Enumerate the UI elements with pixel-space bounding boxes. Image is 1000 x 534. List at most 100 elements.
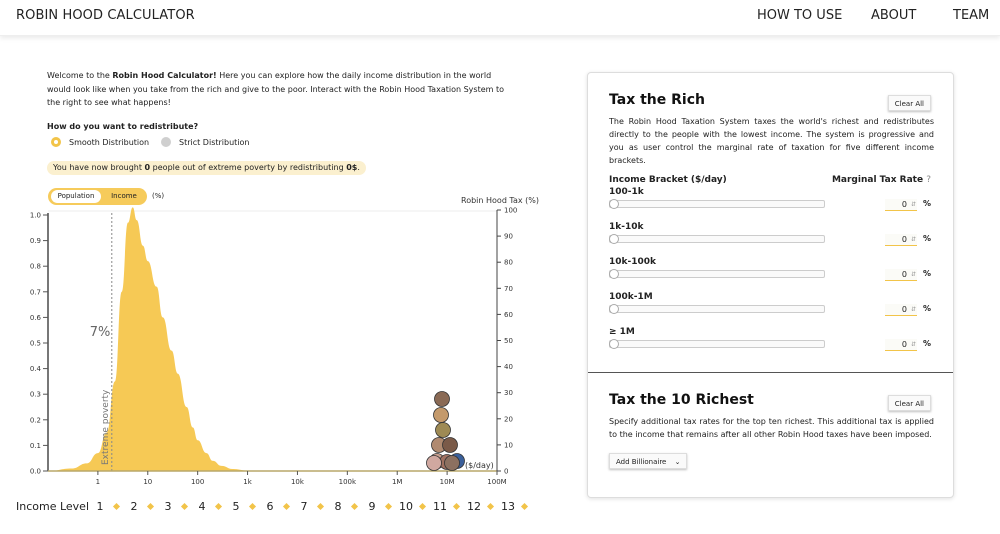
x-tick-label: 100M bbox=[487, 478, 506, 486]
income-level-item[interactable]: 13 bbox=[501, 500, 535, 513]
bracket-slider[interactable] bbox=[609, 304, 825, 314]
radio-strict-distribution[interactable]: Strict Distribution bbox=[161, 137, 249, 147]
tax-panel: Tax the Rich Clear All The Robin Hood Ta… bbox=[587, 72, 954, 498]
income-level-number: 8 bbox=[334, 500, 342, 513]
billionaire-avatar bbox=[434, 391, 450, 407]
slider-thumb[interactable] bbox=[609, 339, 619, 349]
bracket-label: ≥ 1M bbox=[609, 327, 635, 337]
right-tick-label: 30 bbox=[504, 389, 513, 397]
right-axis-title: Robin Hood Tax (%) bbox=[461, 196, 540, 205]
nav-about[interactable]: ABOUT bbox=[871, 8, 916, 23]
income-level-item[interactable]: 4 bbox=[195, 500, 229, 513]
stepper-icon[interactable]: ⇵ bbox=[911, 269, 916, 281]
billionaire-avatar bbox=[426, 455, 442, 471]
slider-thumb[interactable] bbox=[609, 234, 619, 244]
income-level-number: 10 bbox=[399, 500, 413, 513]
x-tick-label: 1M bbox=[392, 478, 403, 486]
stepper-icon[interactable]: ⇵ bbox=[911, 199, 916, 211]
navbar: ROBIN HOOD CALCULATOR HOW TO USE ABOUT T… bbox=[0, 0, 1000, 36]
income-level-item[interactable]: 1 bbox=[93, 500, 127, 513]
left-tick-label: 0.1 bbox=[30, 442, 41, 450]
slider-thumb[interactable] bbox=[609, 269, 619, 279]
billionaire-avatar bbox=[444, 455, 460, 471]
bracket-label: 1k-10k bbox=[609, 222, 644, 232]
stepper-icon[interactable]: ⇵ bbox=[911, 339, 916, 351]
income-level-item[interactable]: 8 bbox=[331, 500, 365, 513]
unit-label: (%) bbox=[152, 192, 165, 200]
right-tick-label: 40 bbox=[504, 363, 513, 371]
income-level-item[interactable]: 9 bbox=[365, 500, 399, 513]
tax-richest-description: Specify additional tax rates for the top… bbox=[609, 417, 934, 439]
toggle-population[interactable]: Population bbox=[51, 190, 101, 203]
bracket-slider[interactable] bbox=[609, 199, 825, 209]
income-distribution-chart: Extreme poverty 7% 0.0 0.1 0.2 0.3 0.4 0.5 0.6 0.… bbox=[30, 207, 518, 487]
income-level-item[interactable]: 10 bbox=[399, 500, 433, 513]
radio-smooth-distribution[interactable]: Smooth Distribution bbox=[51, 137, 149, 147]
chevron-down-icon: ⌄ bbox=[674, 458, 681, 466]
stepper-icon[interactable]: ⇵ bbox=[911, 234, 916, 246]
diamond-icon bbox=[418, 502, 427, 511]
tax-rich-clear-button[interactable]: Clear All bbox=[887, 95, 931, 111]
right-tick-label: 20 bbox=[504, 415, 513, 423]
percent-sign: % bbox=[922, 304, 931, 313]
income-level-item[interactable]: 7 bbox=[297, 500, 331, 513]
income-level-number: 11 bbox=[433, 500, 447, 513]
right-tick-label: 70 bbox=[504, 285, 513, 293]
income-level-number: 3 bbox=[164, 500, 172, 513]
banner-post: . bbox=[357, 163, 360, 172]
left-tick-label: 0.8 bbox=[30, 263, 41, 271]
marginal-rate-header-text: Marginal Tax Rate bbox=[831, 175, 924, 185]
nav-team[interactable]: TEAM bbox=[953, 8, 989, 23]
income-level-item[interactable]: 3 bbox=[161, 500, 195, 513]
income-level-item[interactable]: 6 bbox=[263, 500, 297, 513]
bracket-slider[interactable] bbox=[609, 234, 825, 244]
toggle-income[interactable]: Income bbox=[103, 190, 145, 203]
bracket-slider[interactable] bbox=[609, 339, 825, 349]
diamond-icon bbox=[248, 502, 257, 511]
rate-input[interactable]: 0 ⇵ bbox=[885, 199, 917, 211]
income-level-number: 13 bbox=[501, 500, 515, 513]
radio-label: Strict Distribution bbox=[179, 137, 250, 147]
diamond-icon bbox=[384, 502, 393, 511]
rate-input[interactable]: 0 ⇵ bbox=[885, 304, 917, 316]
panel-divider bbox=[588, 372, 953, 373]
radio-label: Smooth Distribution bbox=[69, 137, 150, 147]
right-tick-label: 0 bbox=[504, 468, 508, 476]
income-level-number: 4 bbox=[198, 500, 206, 513]
x-tick-label: 100k bbox=[339, 478, 357, 486]
nav-how-to-use[interactable]: HOW TO USE bbox=[757, 8, 842, 23]
radio-unselected-icon[interactable] bbox=[161, 137, 171, 147]
income-level-item[interactable]: 2 bbox=[127, 500, 161, 513]
income-level-item[interactable]: 5 bbox=[229, 500, 263, 513]
left-tick-label: 0.2 bbox=[30, 416, 41, 424]
tax-richest-clear-button[interactable]: Clear All bbox=[887, 395, 931, 411]
rate-input[interactable]: 0 ⇵ bbox=[885, 269, 917, 281]
stepper-icon[interactable]: ⇵ bbox=[911, 304, 916, 316]
add-billionaire-select[interactable]: Add Billionaire ⌄ bbox=[609, 453, 688, 469]
right-tick-label: 90 bbox=[504, 233, 513, 241]
left-tick-label: 0.9 bbox=[30, 237, 41, 245]
rate-value: 0 bbox=[901, 270, 907, 279]
rate-input[interactable]: 0 ⇵ bbox=[885, 339, 917, 351]
slider-thumb[interactable] bbox=[609, 199, 619, 209]
left-tick-label: 0.5 bbox=[30, 340, 41, 348]
left-tick-label: 1.0 bbox=[30, 212, 41, 220]
slider-thumb[interactable] bbox=[609, 304, 619, 314]
rate-value: 0 bbox=[901, 305, 907, 314]
income-level-item[interactable]: 12 bbox=[467, 500, 501, 513]
bracket-slider[interactable] bbox=[609, 269, 825, 279]
income-bracket-header: Income Bracket ($/day) bbox=[609, 175, 727, 185]
banner-mid: people out of extreme poverty by redistr… bbox=[150, 163, 347, 172]
left-tick-label: 0.6 bbox=[30, 314, 42, 322]
rate-input[interactable]: 0 ⇵ bbox=[885, 234, 917, 246]
help-icon[interactable]: ? bbox=[926, 175, 931, 185]
income-level-item[interactable]: 11 bbox=[433, 500, 467, 513]
diamond-icon bbox=[520, 502, 529, 511]
brand-title[interactable]: ROBIN HOOD CALCULATOR bbox=[16, 8, 195, 23]
view-toggle[interactable]: Population Income bbox=[48, 188, 147, 205]
x-tick-label: 1k bbox=[243, 478, 252, 486]
radio-selected-icon[interactable] bbox=[51, 137, 61, 147]
extreme-poverty-label: Extreme poverty bbox=[101, 389, 111, 465]
diamond-icon bbox=[486, 502, 495, 511]
diamond-icon bbox=[180, 502, 189, 511]
